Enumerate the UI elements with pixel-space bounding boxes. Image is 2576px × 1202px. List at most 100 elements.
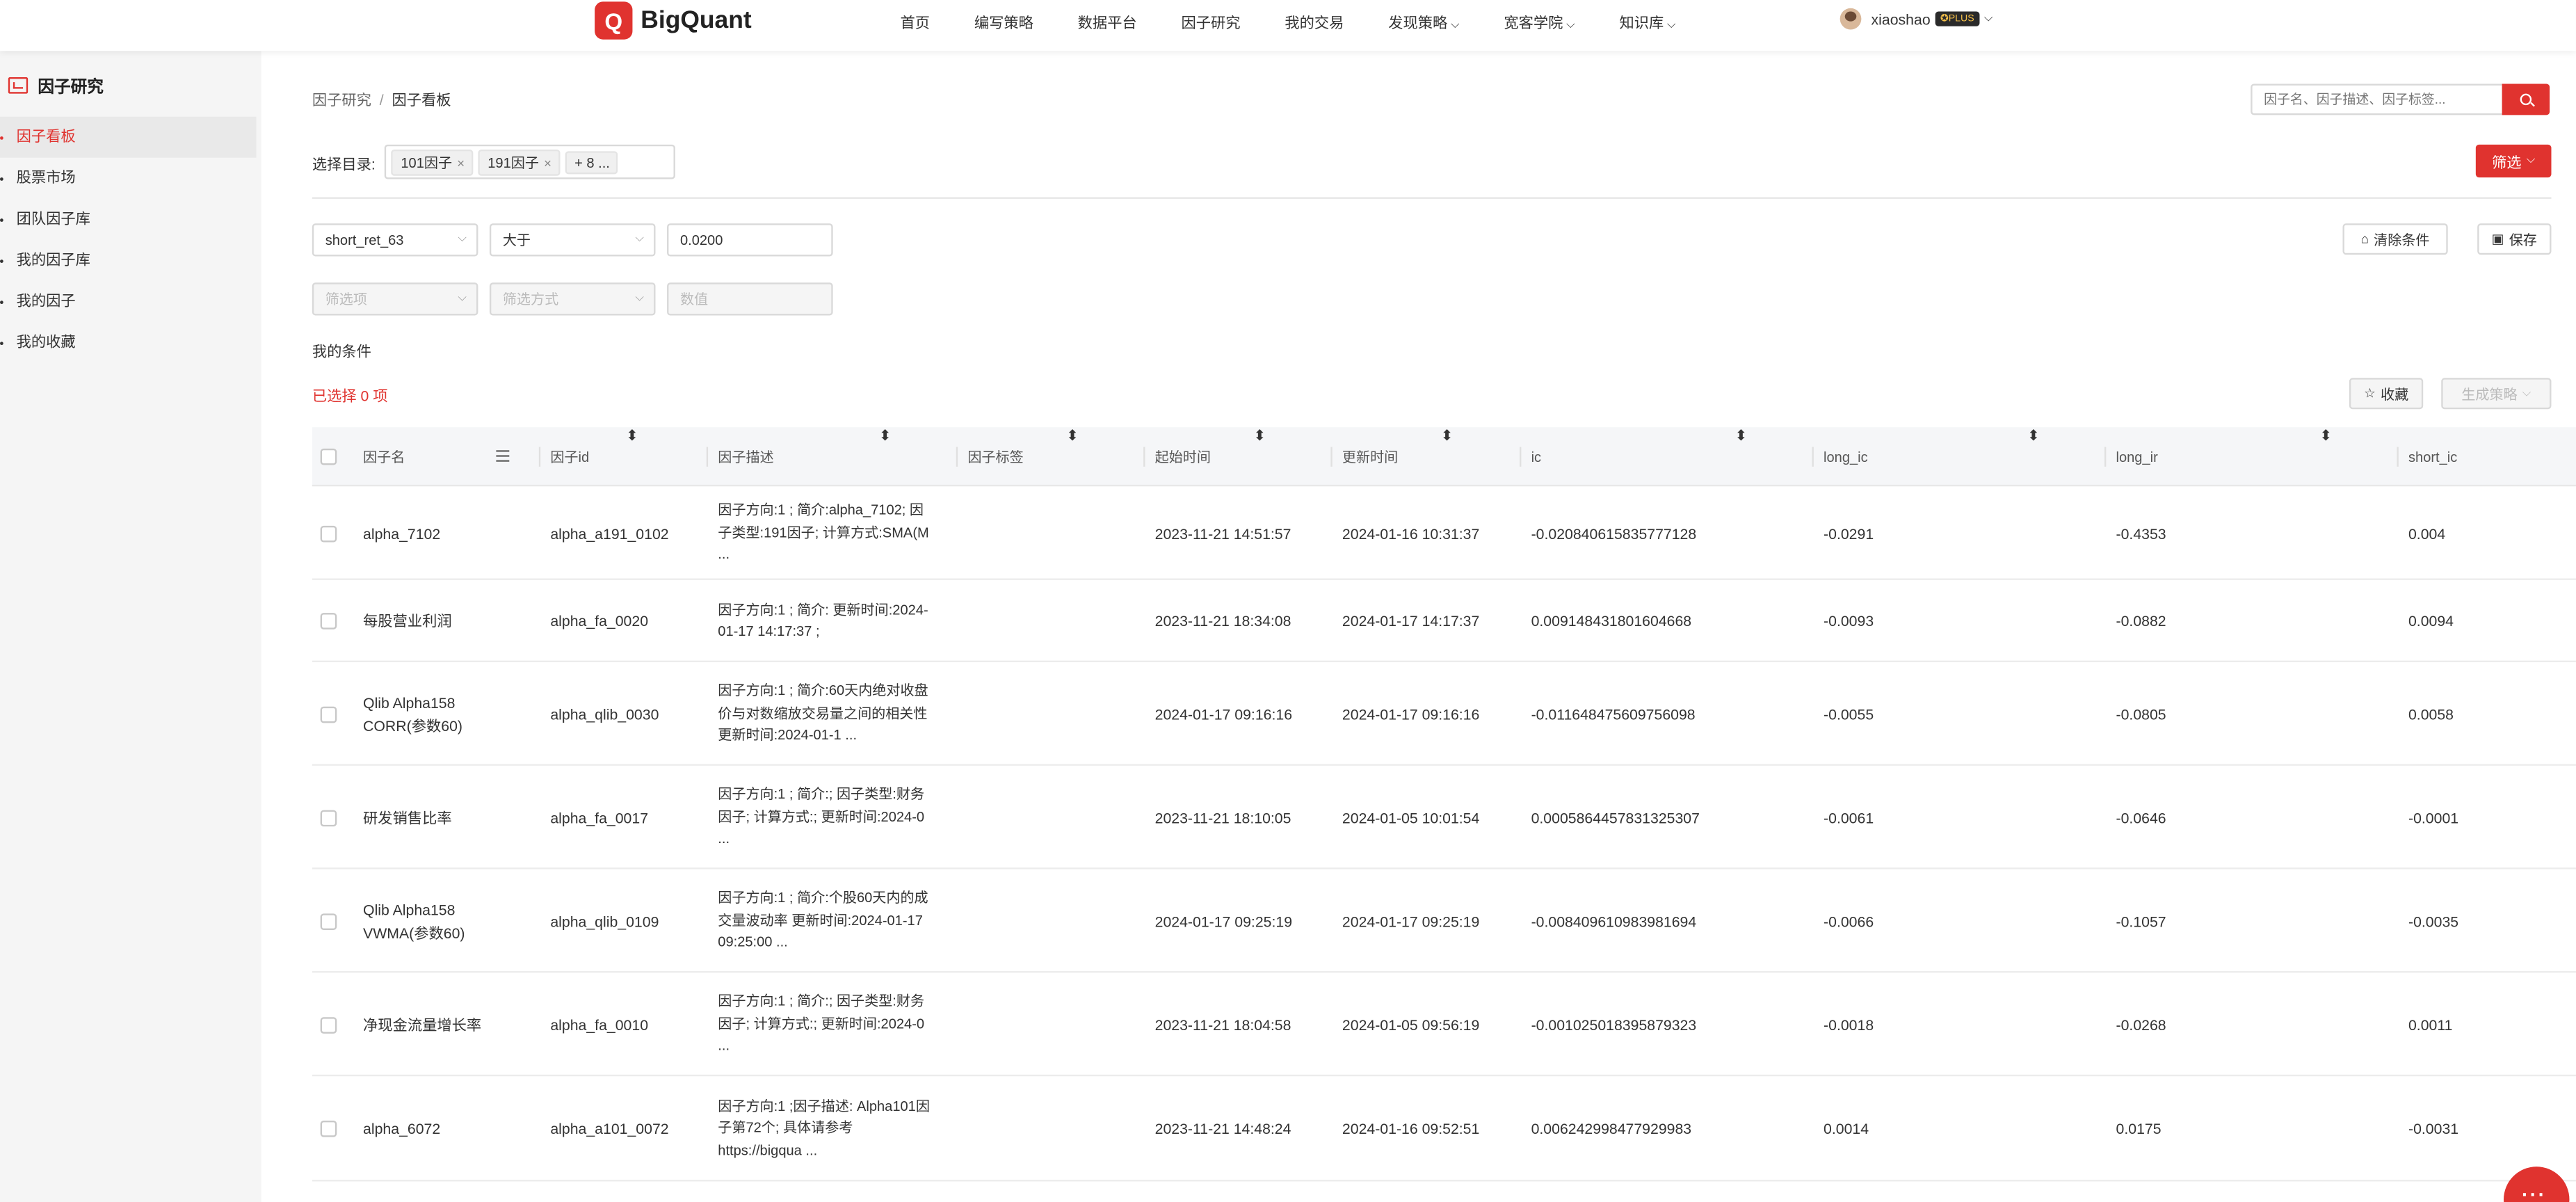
- sort-icon[interactable]: ⬍: [626, 427, 638, 445]
- cell-name: Qlib Alpha158 VWMA(参数60): [363, 901, 465, 941]
- clear-conditions-button[interactable]: ⌂ 清除条件: [2342, 223, 2448, 255]
- empty-value-input[interactable]: 数值: [667, 282, 833, 316]
- sort-icon[interactable]: ⬍: [1066, 427, 1079, 445]
- save-button[interactable]: ▣ 保存: [2477, 223, 2552, 255]
- close-icon[interactable]: ×: [544, 155, 552, 170]
- table-row[interactable]: alpha_7102 alpha_a191_0102 因子方向:1 ; 简介:alp…: [312, 486, 2576, 580]
- directory-select[interactable]: 101因子 × 191因子 × + 8 ...: [384, 144, 675, 179]
- logo[interactable]: Q BigQuant: [595, 1, 752, 40]
- column-separator[interactable]: [1520, 447, 1522, 467]
- row-checkbox[interactable]: [320, 613, 337, 630]
- sort-icon[interactable]: ⬍: [2319, 427, 2332, 445]
- empty-field-select[interactable]: 筛选项 ⌵: [312, 282, 478, 316]
- table-row[interactable]: Qlib Alpha158 CORR(参数60) alpha_qlib_0030 因…: [312, 662, 2576, 766]
- nav-item[interactable]: 编写策略: [974, 12, 1033, 33]
- sort-icon[interactable]: ⬍: [1734, 427, 1747, 445]
- column-header-start[interactable]: 起始时间: [1155, 427, 1211, 486]
- cell-short_ic: -0.0031: [2408, 1121, 2459, 1137]
- row-checkbox[interactable]: [320, 524, 337, 542]
- column-header-long_ic[interactable]: long_ic: [1824, 427, 1868, 486]
- row-checkbox[interactable]: [320, 1121, 337, 1137]
- row-checkbox[interactable]: [320, 913, 337, 929]
- sidebar-item[interactable]: 我的收藏: [0, 322, 261, 363]
- username: xiaoshao: [1871, 10, 1931, 27]
- my-conditions-label: 我的条件: [312, 343, 371, 360]
- cell-name: Qlib Alpha158 CORR(参数60): [363, 694, 462, 734]
- nav-item[interactable]: 因子研究: [1182, 12, 1241, 33]
- row-checkbox[interactable]: [320, 809, 337, 826]
- column-header-desc[interactable]: 因子描述: [718, 427, 773, 486]
- nav-item[interactable]: 知识库 ⌵: [1620, 12, 1676, 33]
- nav-item[interactable]: 数据平台: [1078, 12, 1137, 33]
- table-row[interactable]: alpha_6072 alpha_a101_0072 因子方向:1 ;因子描述: A…: [312, 1076, 2576, 1182]
- condition-field-select[interactable]: short_ret_63 ⌵: [312, 223, 478, 257]
- sort-icon[interactable]: ⬍: [2027, 427, 2040, 445]
- favorite-button[interactable]: ☆ 收藏: [2349, 378, 2424, 410]
- cell-start: 2023-11-21 18:34:08: [1154, 613, 1291, 630]
- generate-strategy-label: 生成策略: [2461, 385, 2518, 402]
- nav-item[interactable]: 我的交易: [1285, 12, 1344, 33]
- column-separator[interactable]: [1812, 447, 1814, 467]
- cell-long_ir: -0.0268: [2116, 1016, 2166, 1033]
- column-separator[interactable]: [2104, 447, 2107, 467]
- empty-operator-select[interactable]: 筛选方式 ⌵: [489, 282, 656, 316]
- cell-long_ic: -0.0055: [1824, 705, 1874, 723]
- empty-operator-placeholder: 筛选方式: [502, 291, 559, 307]
- user-menu[interactable]: xiaoshao ✪PLUS ⌵: [1840, 8, 1993, 30]
- cell-ic: -0.011648475609756098: [1531, 705, 1696, 723]
- cell-long_ic: 0.0014: [1824, 1121, 1869, 1137]
- sort-icon[interactable]: ⬍: [1253, 427, 1266, 445]
- sidebar-item[interactable]: 我的因子库: [0, 240, 261, 281]
- cell-ic: -0.001025018395879323: [1531, 1016, 1697, 1033]
- row-checkbox[interactable]: [320, 1016, 337, 1033]
- column-separator[interactable]: [1143, 447, 1145, 467]
- column-header-updated[interactable]: 更新时间: [1342, 427, 1398, 486]
- sidebar-item[interactable]: 因子看板: [0, 116, 257, 158]
- filter-button[interactable]: 筛选 ⌵: [2475, 144, 2552, 178]
- sidebar-title-text: 因子研究: [38, 79, 104, 97]
- cell-short_ic: 0.0094: [2408, 613, 2454, 630]
- select-all-checkbox[interactable]: [320, 448, 337, 465]
- cell-short_ic: 0.0058: [2408, 705, 2454, 723]
- close-icon[interactable]: ×: [457, 155, 465, 170]
- table-row[interactable]: 每股营业利润 alpha_fa_0020 因子方向:1 ; 简介: 更新时间:202…: [312, 580, 2576, 662]
- condition-operator-select[interactable]: 大于 ⌵: [489, 223, 656, 257]
- sidebar-item[interactable]: 我的因子: [0, 281, 261, 322]
- cell-updated: 2024-01-05 10:01:54: [1342, 809, 1480, 826]
- condition-value-input[interactable]: 0.0200: [667, 223, 833, 257]
- table-row[interactable]: 净现金流量增长率 alpha_fa_0010 因子方向:1 ; 简介:; 因子类型:…: [312, 972, 2576, 1077]
- nav-menu: 首页 编写策略 数据平台 因子研究 我的交易 发现策略 ⌵ 宽客学院 ⌵ 知识库 ⌵: [900, 12, 1720, 33]
- column-header-id[interactable]: 因子id: [550, 427, 589, 486]
- breadcrumb-parent[interactable]: 因子研究: [312, 92, 371, 109]
- chevron-down-icon: ⌵: [635, 292, 644, 305]
- sidebar-item[interactable]: 团队因子库: [0, 199, 261, 240]
- sort-icon[interactable]: ⬍: [879, 427, 892, 445]
- column-list-icon[interactable]: [496, 450, 510, 462]
- generate-strategy-button[interactable]: 生成策略 ⌵: [2441, 378, 2552, 410]
- column-header-name[interactable]: 因子名: [363, 427, 405, 486]
- column-separator[interactable]: [706, 447, 709, 467]
- column-header-long_ir[interactable]: long_ir: [2116, 427, 2158, 486]
- directory-label: 选择目录:: [312, 156, 376, 173]
- sidebar-item[interactable]: 股票市场: [0, 158, 261, 199]
- row-checkbox[interactable]: [320, 705, 337, 723]
- sidebar: 因子研究 因子看板 股票市场 团队因子库 我的因子库 我的因子 我的收藏: [0, 51, 261, 1202]
- cell-ic: -0.020840615835777128: [1531, 524, 1697, 542]
- nav-item[interactable]: 发现策略 ⌵: [1388, 12, 1459, 33]
- sort-icon[interactable]: ⬍: [1441, 427, 1454, 445]
- search-input[interactable]: [2251, 83, 2504, 115]
- nav-item[interactable]: 宽客学院 ⌵: [1504, 12, 1575, 33]
- column-header-ic[interactable]: ic: [1531, 427, 1542, 486]
- column-separator[interactable]: [1330, 447, 1333, 467]
- table-row[interactable]: Qlib Alpha158 VWMA(参数60) alpha_qlib_0109 因…: [312, 870, 2576, 973]
- column-header-short_ic[interactable]: short_ic: [2408, 427, 2457, 486]
- column-separator[interactable]: [538, 447, 541, 467]
- column-header-tags[interactable]: 因子标签: [967, 427, 1023, 486]
- column-separator[interactable]: [956, 447, 958, 467]
- directory-more-tag[interactable]: + 8 ...: [564, 150, 618, 174]
- nav-item[interactable]: 首页: [900, 12, 930, 33]
- column-separator[interactable]: [2397, 447, 2399, 467]
- search-button[interactable]: [2502, 83, 2550, 115]
- table-row[interactable]: 研发销售比率 alpha_fa_0017 因子方向:1 ; 简介:; 因子类型:财务…: [312, 766, 2576, 870]
- cell-updated: 2024-01-05 09:56:19: [1342, 1016, 1480, 1033]
